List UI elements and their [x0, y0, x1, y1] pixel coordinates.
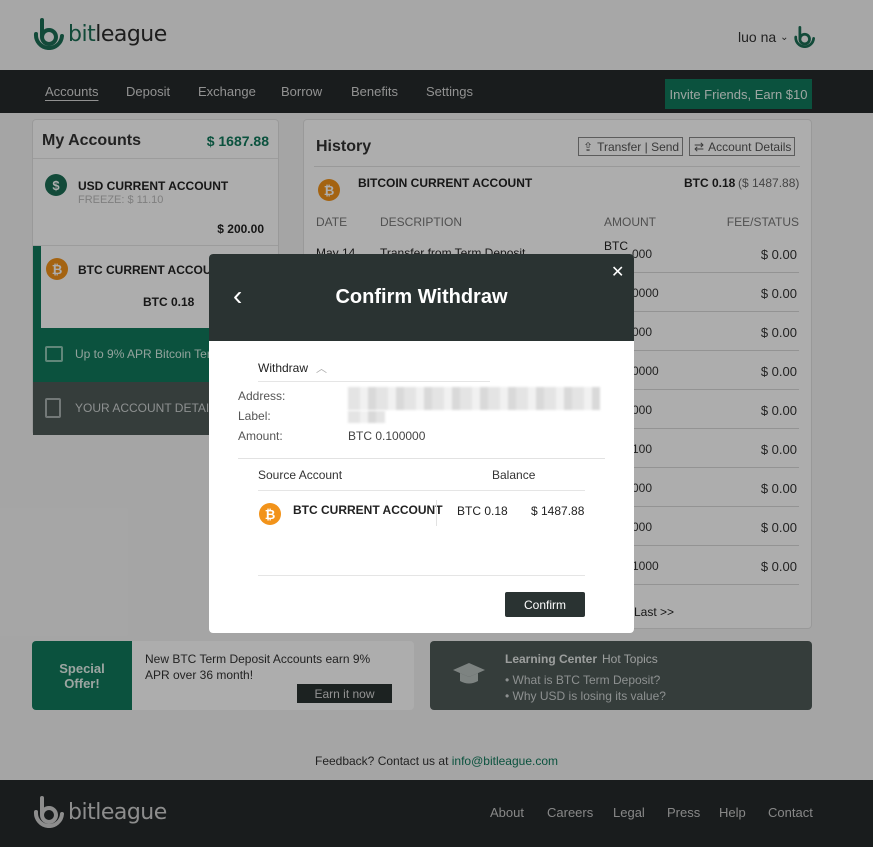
source-account-row[interactable]: ₿ BTC CURRENT ACCOUNT BTC 0.18 $ 1487.88 — [258, 494, 585, 534]
close-icon[interactable]: ✕ — [611, 262, 624, 282]
confirm-button[interactable]: Confirm — [505, 592, 585, 617]
confirm-withdraw-modal: ‹ Confirm Withdraw ✕ Withdraw ︿ Address:… — [209, 254, 634, 633]
amount-label: Amount: — [238, 429, 283, 443]
divider — [258, 490, 585, 491]
chevron-up-icon: ︿ — [316, 363, 328, 375]
redacted-label — [348, 411, 385, 423]
divider — [436, 500, 437, 526]
amount-value: BTC 0.100000 — [348, 429, 426, 443]
source-account-name: BTC CURRENT ACCOUNT — [293, 503, 443, 517]
divider — [258, 381, 490, 382]
address-label: Address: — [238, 389, 286, 403]
source-btc-balance: BTC 0.18 — [457, 504, 508, 518]
withdraw-section-toggle[interactable]: Withdraw ︿ — [258, 360, 327, 376]
redacted-address — [348, 387, 600, 410]
divider — [258, 575, 585, 576]
modal-title: Confirm Withdraw — [335, 286, 508, 308]
withdraw-section-label: Withdraw — [258, 361, 309, 375]
modal-header: ‹ Confirm Withdraw ✕ — [209, 254, 634, 341]
source-account-header: Source Account — [258, 468, 343, 482]
label-label: Label: — [238, 409, 271, 423]
balance-header: Balance — [492, 468, 536, 482]
bitcoin-icon: ₿ — [259, 503, 281, 525]
source-usd-balance: $ 1487.88 — [531, 504, 585, 518]
divider — [238, 458, 605, 459]
